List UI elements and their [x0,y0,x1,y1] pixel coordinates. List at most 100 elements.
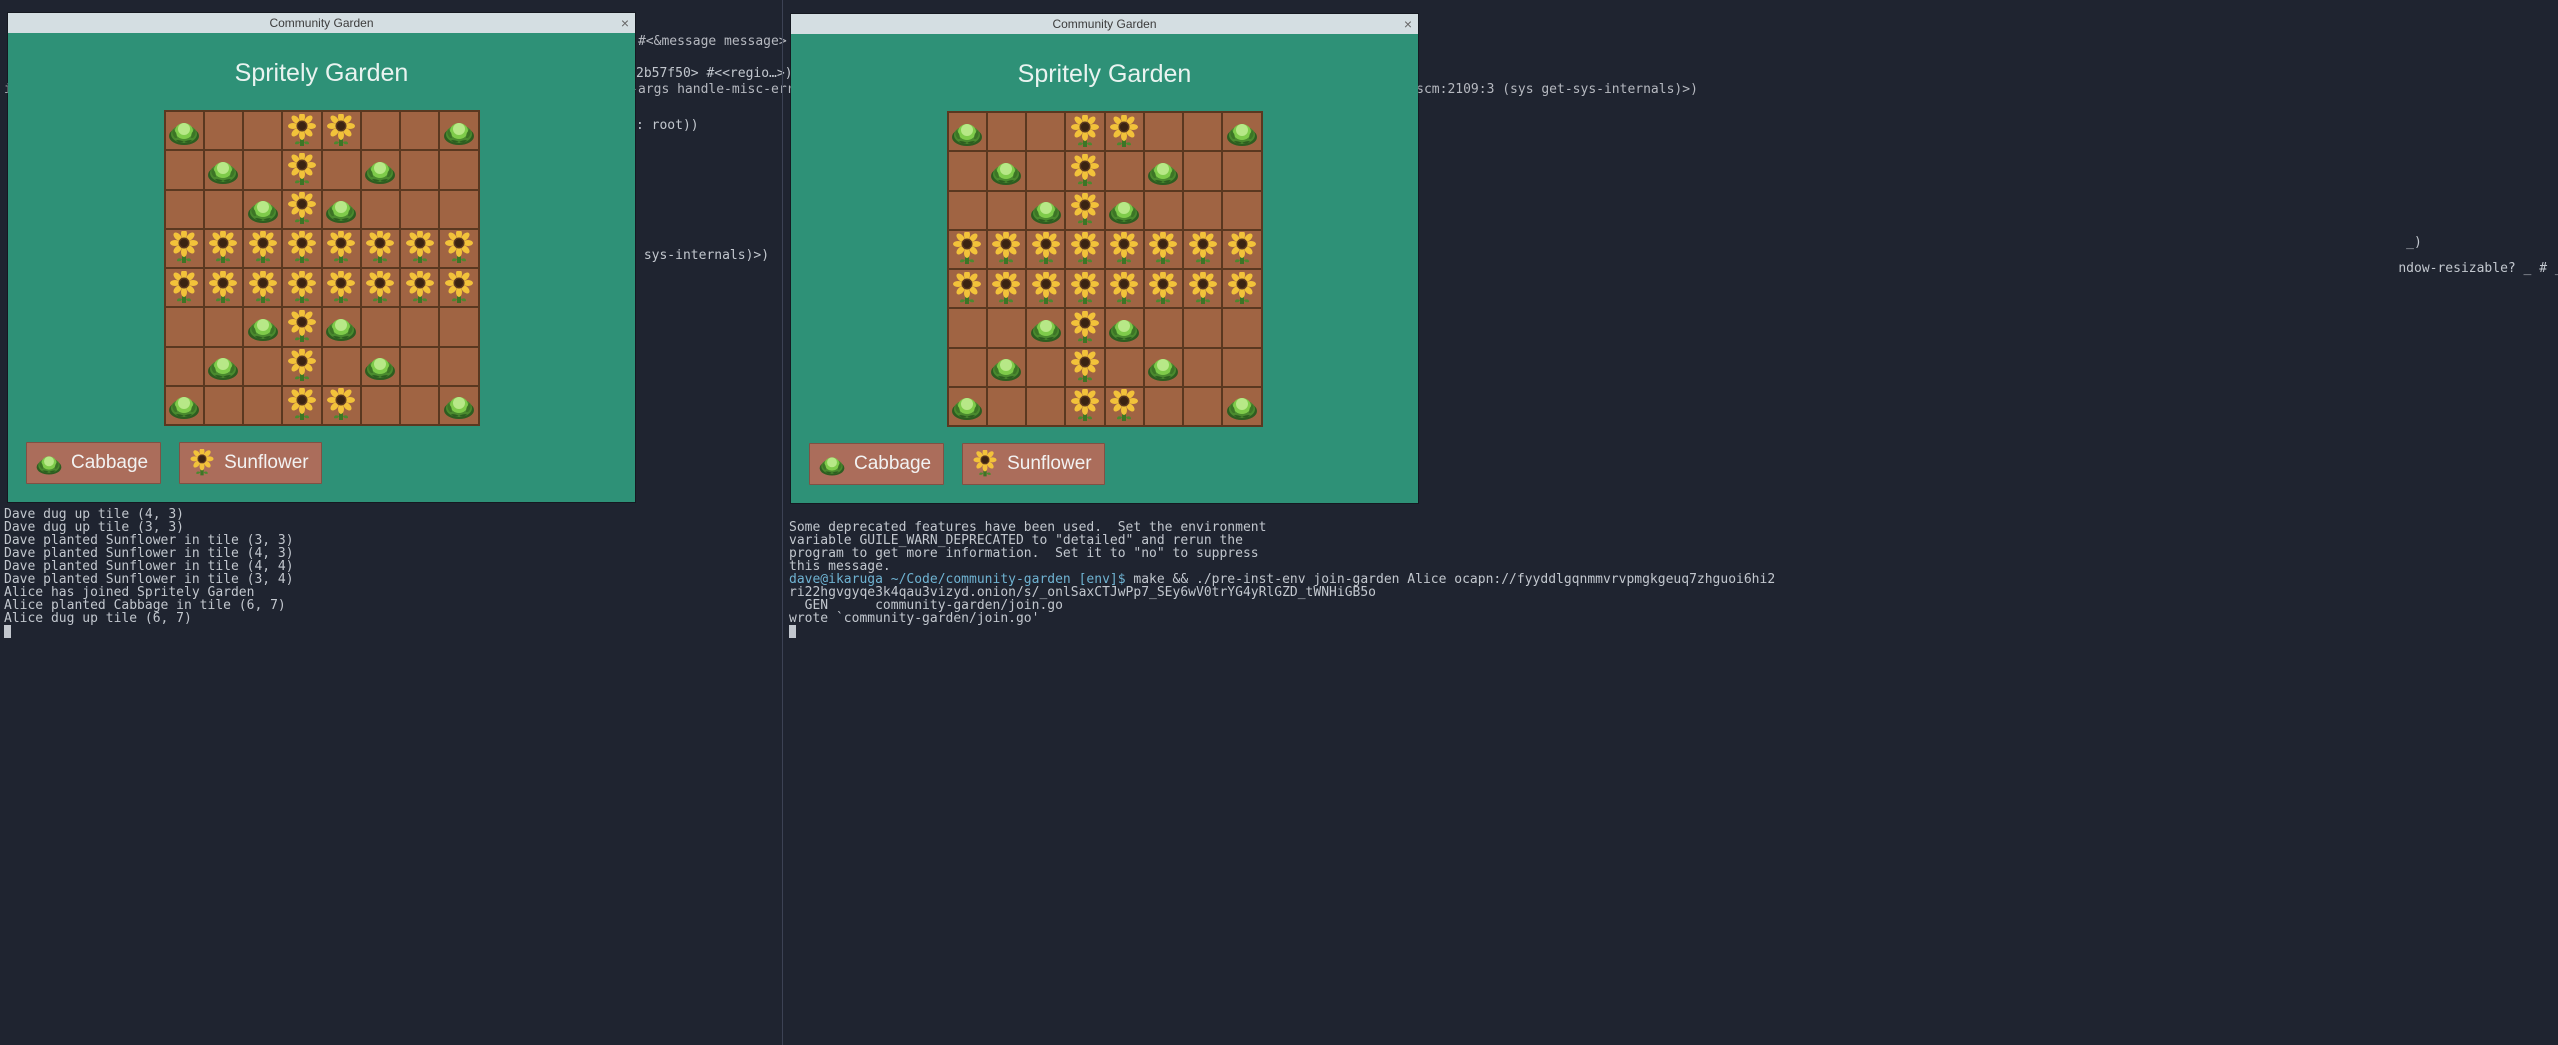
garden-tile[interactable] [361,229,400,268]
garden-tile[interactable] [322,190,361,229]
garden-tile[interactable] [1065,308,1104,347]
garden-tile[interactable] [1105,151,1144,190]
garden-tile[interactable] [439,190,478,229]
garden-tile[interactable] [439,150,478,189]
garden-tile[interactable] [322,111,361,150]
garden-tile[interactable] [1065,348,1104,387]
garden-tile[interactable] [948,348,987,387]
garden-tile[interactable] [1144,308,1183,347]
garden-tile[interactable] [439,229,478,268]
garden-tile[interactable] [361,111,400,150]
garden-tile[interactable] [1144,151,1183,190]
garden-tile[interactable] [243,307,282,346]
garden-tile[interactable] [987,269,1026,308]
garden-tile[interactable] [204,111,243,150]
garden-tile[interactable] [1105,230,1144,269]
garden-tile[interactable] [1065,269,1104,308]
garden-tile[interactable] [1026,230,1065,269]
garden-tile[interactable] [400,386,439,425]
garden-tile[interactable] [1144,269,1183,308]
garden-tile[interactable] [400,190,439,229]
garden-tile[interactable] [322,386,361,425]
garden-tile[interactable] [1065,151,1104,190]
garden-tile[interactable] [1026,151,1065,190]
garden-tile[interactable] [1105,348,1144,387]
garden-tile[interactable] [165,386,204,425]
garden-tile[interactable] [1183,348,1222,387]
garden-tile[interactable] [1144,387,1183,426]
garden-tile[interactable] [987,348,1026,387]
close-icon[interactable]: × [621,15,629,31]
garden-tile[interactable] [361,190,400,229]
garden-tile[interactable] [361,150,400,189]
garden-tile[interactable] [1065,230,1104,269]
garden-tile[interactable] [400,268,439,307]
garden-tile[interactable] [1183,112,1222,151]
garden-tile[interactable] [948,112,987,151]
window-titlebar[interactable]: Community Garden× [791,14,1418,34]
garden-tile[interactable] [948,387,987,426]
garden-tile[interactable] [400,307,439,346]
garden-tile[interactable] [987,151,1026,190]
garden-tile[interactable] [1183,151,1222,190]
garden-tile[interactable] [282,150,321,189]
garden-tile[interactable] [322,268,361,307]
garden-tile[interactable] [243,268,282,307]
garden-tile[interactable] [165,150,204,189]
garden-tile[interactable] [282,111,321,150]
garden-tile[interactable] [400,150,439,189]
garden-tile[interactable] [204,190,243,229]
garden-tile[interactable] [1144,112,1183,151]
garden-tile[interactable] [322,150,361,189]
garden-tile[interactable] [165,190,204,229]
garden-tile[interactable] [1222,387,1261,426]
garden-tile[interactable] [987,308,1026,347]
garden-tile[interactable] [165,268,204,307]
garden-tile[interactable] [361,307,400,346]
cabbage-button[interactable]: Cabbage [26,442,161,484]
garden-tile[interactable] [1065,191,1104,230]
garden-tile[interactable] [948,308,987,347]
garden-tile[interactable] [1026,269,1065,308]
garden-tile[interactable] [243,190,282,229]
garden-tile[interactable] [1105,191,1144,230]
garden-tile[interactable] [1183,387,1222,426]
garden-tile[interactable] [361,347,400,386]
garden-tile[interactable] [1065,387,1104,426]
garden-tile[interactable] [165,347,204,386]
garden-tile[interactable] [400,111,439,150]
garden-tile[interactable] [165,229,204,268]
garden-tile[interactable] [243,150,282,189]
pane-divider[interactable] [782,0,783,1045]
garden-tile[interactable] [948,230,987,269]
garden-tile[interactable] [204,268,243,307]
garden-tile[interactable] [439,268,478,307]
garden-tile[interactable] [400,347,439,386]
garden-tile[interactable] [243,386,282,425]
garden-tile[interactable] [282,268,321,307]
garden-tile[interactable] [1222,308,1261,347]
garden-tile[interactable] [1222,230,1261,269]
garden-tile[interactable] [439,347,478,386]
garden-tile[interactable] [165,111,204,150]
garden-tile[interactable] [322,347,361,386]
garden-tile[interactable] [243,347,282,386]
garden-tile[interactable] [1222,269,1261,308]
sunflower-button[interactable]: Sunflower [179,442,322,484]
garden-tile[interactable] [439,111,478,150]
garden-tile[interactable] [282,347,321,386]
cabbage-button[interactable]: Cabbage [809,443,944,485]
garden-tile[interactable] [361,386,400,425]
garden-tile[interactable] [282,307,321,346]
garden-tile[interactable] [282,386,321,425]
garden-tile[interactable] [1105,112,1144,151]
garden-tile[interactable] [1026,112,1065,151]
garden-tile[interactable] [1144,348,1183,387]
garden-tile[interactable] [1183,191,1222,230]
garden-tile[interactable] [1183,230,1222,269]
garden-tile[interactable] [987,191,1026,230]
garden-tile[interactable] [1222,151,1261,190]
garden-tile[interactable] [1144,191,1183,230]
garden-tile[interactable] [1222,112,1261,151]
garden-tile[interactable] [361,268,400,307]
